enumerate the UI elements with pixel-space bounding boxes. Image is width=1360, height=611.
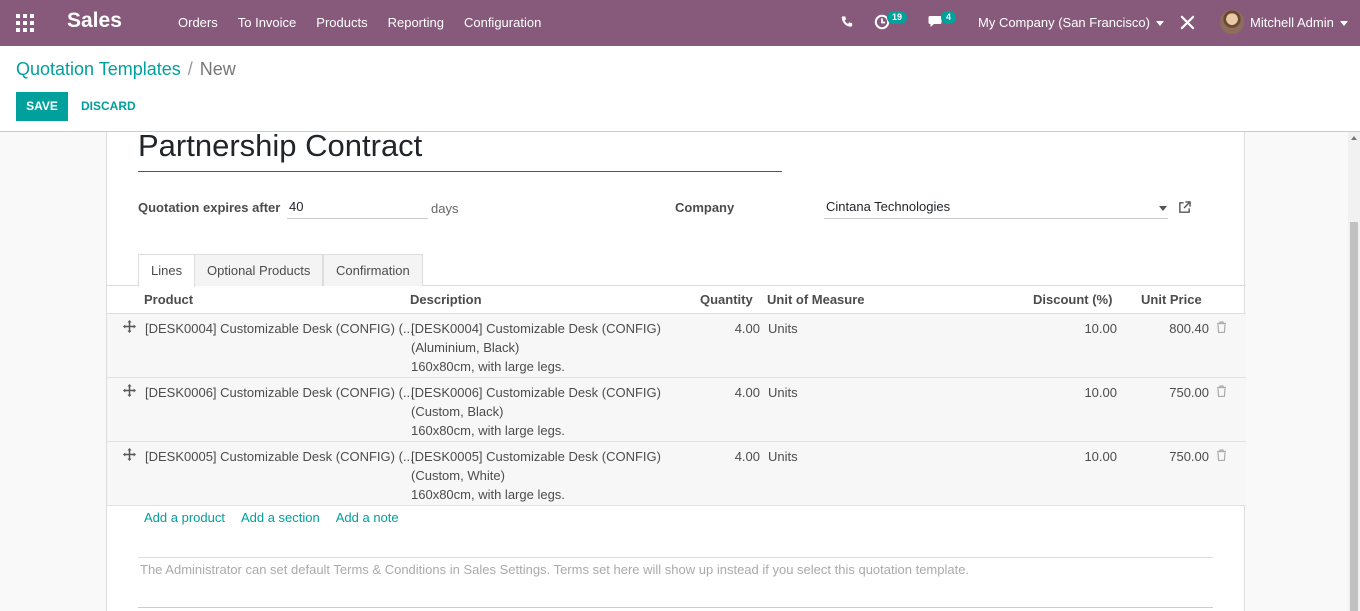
notebook-tabs: Lines Optional Products Confirmation — [107, 254, 1246, 287]
app-brand[interactable]: Sales — [67, 9, 122, 33]
breadcrumb-current: New — [199, 59, 236, 79]
save-button[interactable]: SAVE — [16, 92, 68, 121]
company-switcher[interactable]: My Company (San Francisco) — [978, 15, 1164, 30]
drag-handle-icon[interactable] — [123, 320, 136, 333]
row-unit-price[interactable]: 750.00 — [1147, 383, 1209, 402]
external-link-icon[interactable] — [1178, 201, 1191, 214]
row-unit-price[interactable]: 750.00 — [1147, 447, 1209, 466]
trash-icon[interactable] — [1216, 321, 1227, 333]
chevron-down-icon — [1339, 21, 1348, 27]
phone-icon[interactable] — [840, 14, 854, 30]
row-uom[interactable]: Units — [768, 319, 798, 338]
divider — [138, 607, 1213, 608]
column-product[interactable]: Product — [144, 292, 193, 307]
row-quantity[interactable]: 4.00 — [707, 383, 760, 402]
row-description-line3[interactable]: 160x80cm, with large legs. — [411, 357, 565, 376]
main-menu: Orders To Invoice Products Reporting Con… — [168, 0, 551, 46]
column-unit-of-measure[interactable]: Unit of Measure — [767, 292, 865, 307]
chevron-down-icon[interactable] — [1159, 206, 1167, 211]
row-description-line1[interactable]: [DESK0005] Customizable Desk (CONFIG) — [411, 447, 661, 466]
row-description-line2[interactable]: (Aluminium, Black) — [411, 338, 519, 357]
row-description-line2[interactable]: (Custom, White) — [411, 466, 505, 485]
expires-days-input[interactable]: 40 — [287, 197, 428, 219]
tab-confirmation[interactable]: Confirmation — [323, 254, 423, 286]
debug-tools-icon[interactable] — [1180, 15, 1195, 30]
terms-conditions-field[interactable]: The Administrator can set default Terms … — [140, 562, 969, 577]
top-navbar: Sales Orders To Invoice Products Reporti… — [0, 0, 1360, 46]
message-count-badge: 4 — [941, 11, 957, 24]
company-switcher-label: My Company (San Francisco) — [978, 15, 1150, 30]
menu-configuration[interactable]: Configuration — [454, 0, 551, 46]
lines-table-header: Product Description Quantity Unit of Mea… — [107, 286, 1246, 314]
row-description-line2[interactable]: (Custom, Black) — [411, 402, 503, 421]
drag-handle-icon[interactable] — [123, 448, 136, 461]
trash-icon[interactable] — [1216, 449, 1227, 461]
user-avatar[interactable] — [1220, 10, 1244, 34]
row-description-line3[interactable]: 160x80cm, with large legs. — [411, 485, 565, 504]
form-sheet: Partnership Contract Quotation expires a… — [106, 128, 1246, 611]
row-description-line3[interactable]: 160x80cm, with large legs. — [411, 421, 565, 440]
discard-button[interactable]: DISCARD — [81, 92, 136, 121]
menu-products[interactable]: Products — [306, 0, 377, 46]
table-row[interactable]: [DESK0006] Customizable Desk (CONFIG) (.… — [107, 378, 1246, 442]
tab-optional-products[interactable]: Optional Products — [194, 254, 324, 286]
row-product[interactable]: [DESK0006] Customizable Desk (CONFIG) (.… — [145, 383, 414, 402]
apps-menu-icon[interactable] — [16, 14, 34, 32]
row-description-line1[interactable]: [DESK0004] Customizable Desk (CONFIG) — [411, 319, 661, 338]
row-description-line1[interactable]: [DESK0006] Customizable Desk (CONFIG) — [411, 383, 661, 402]
breadcrumb-separator: / — [187, 59, 193, 79]
chevron-down-icon — [1155, 21, 1164, 27]
company-select[interactable]: Cintana Technologies — [824, 197, 1168, 219]
row-quantity[interactable]: 4.00 — [707, 447, 760, 466]
divider — [138, 557, 1213, 558]
scrollbar-thumb[interactable] — [1350, 222, 1358, 611]
row-unit-price[interactable]: 800.40 — [1147, 319, 1209, 338]
breadcrumb-parent-link[interactable]: Quotation Templates — [16, 59, 181, 79]
table-row[interactable]: [DESK0004] Customizable Desk (CONFIG) (.… — [107, 314, 1246, 378]
row-discount[interactable]: 10.00 — [1057, 319, 1117, 338]
row-uom[interactable]: Units — [768, 383, 798, 402]
template-name-input[interactable]: Partnership Contract — [138, 128, 782, 172]
row-uom[interactable]: Units — [768, 447, 798, 466]
days-unit-label: days — [431, 201, 459, 216]
expires-label: Quotation expires after — [138, 200, 281, 215]
add-product-link[interactable]: Add a product — [144, 510, 225, 525]
scroll-up-icon[interactable] — [1351, 136, 1357, 140]
activity-count-badge: 19 — [887, 11, 908, 24]
menu-reporting[interactable]: Reporting — [378, 0, 454, 46]
control-panel: Quotation Templates / New SAVE DISCARD — [0, 46, 1360, 132]
breadcrumb: Quotation Templates / New — [16, 59, 236, 80]
row-discount[interactable]: 10.00 — [1057, 447, 1117, 466]
row-discount[interactable]: 10.00 — [1057, 383, 1117, 402]
column-quantity[interactable]: Quantity — [700, 292, 753, 307]
user-menu[interactable]: Mitchell Admin — [1250, 15, 1348, 30]
add-note-link[interactable]: Add a note — [336, 510, 399, 525]
trash-icon[interactable] — [1216, 385, 1227, 397]
column-discount[interactable]: Discount (%) — [1033, 292, 1112, 307]
menu-orders[interactable]: Orders — [168, 0, 228, 46]
drag-handle-icon[interactable] — [123, 384, 136, 397]
tab-lines[interactable]: Lines — [138, 254, 196, 287]
row-product[interactable]: [DESK0004] Customizable Desk (CONFIG) (.… — [145, 319, 414, 338]
row-product[interactable]: [DESK0005] Customizable Desk (CONFIG) (.… — [145, 447, 414, 466]
column-description[interactable]: Description — [410, 292, 482, 307]
page-scrollbar[interactable] — [1348, 132, 1360, 611]
row-quantity[interactable]: 4.00 — [707, 319, 760, 338]
company-label: Company — [675, 200, 735, 215]
column-unit-price[interactable]: Unit Price — [1141, 292, 1202, 307]
table-row[interactable]: [DESK0005] Customizable Desk (CONFIG) (.… — [107, 442, 1246, 506]
add-line-links: Add a product Add a section Add a note — [144, 510, 399, 525]
menu-to-invoice[interactable]: To Invoice — [228, 0, 307, 46]
add-section-link[interactable]: Add a section — [241, 510, 320, 525]
user-name-label: Mitchell Admin — [1250, 15, 1334, 30]
